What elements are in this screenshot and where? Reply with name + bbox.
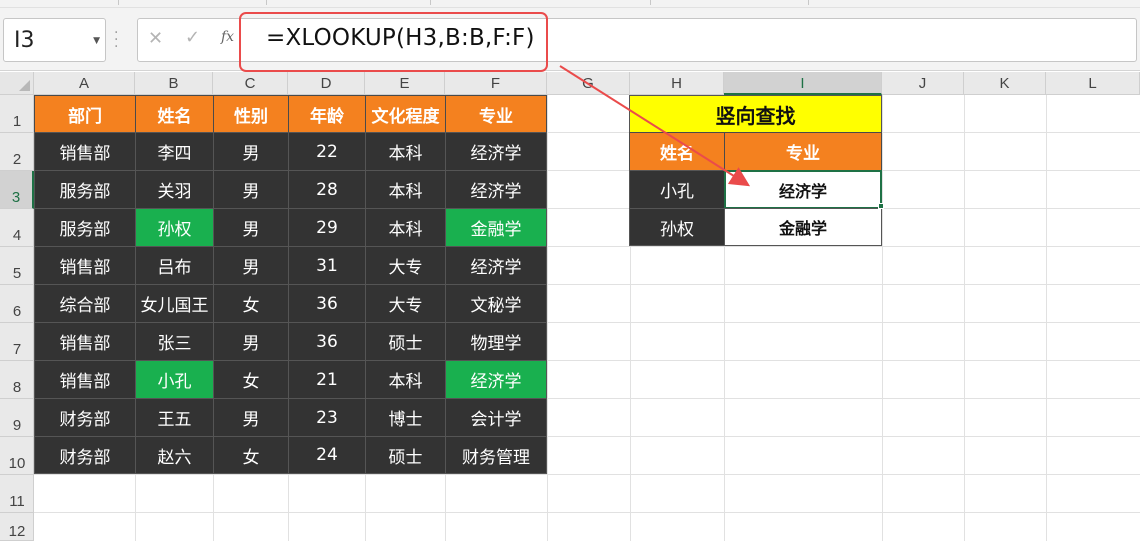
annotation-arrow — [559, 65, 751, 187]
annotation-arrow-line — [559, 65, 751, 187]
